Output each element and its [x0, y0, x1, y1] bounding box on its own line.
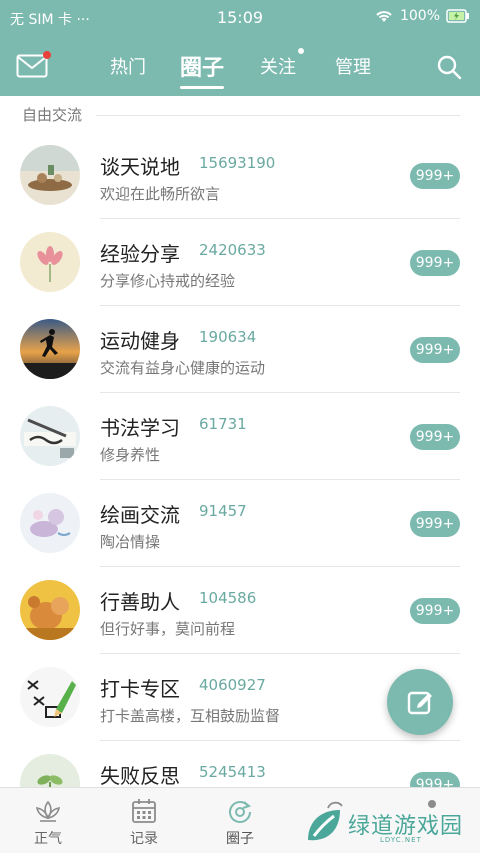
circle-name: 行善助人	[100, 590, 180, 614]
circle-desc: 打卡盖高楼，互相鼓励监督	[100, 707, 281, 725]
circle-name: 失败反思	[100, 764, 180, 788]
avatar	[20, 406, 80, 466]
circle-count: 15693190	[199, 154, 276, 172]
tab-manage[interactable]: 管理	[335, 36, 371, 96]
battery-percent: 100%	[399, 8, 440, 24]
circle-desc: 但行好事，莫问前程	[100, 620, 236, 638]
avatar	[20, 319, 80, 379]
lotus-icon	[35, 800, 61, 822]
calendar-icon	[132, 799, 156, 823]
avatar	[20, 667, 80, 727]
count-badge: 999+	[410, 598, 460, 624]
circle-count: 104586	[199, 589, 257, 607]
count-badge: 999+	[410, 511, 460, 537]
count-badge: 999+	[410, 337, 460, 363]
compose-button[interactable]	[387, 669, 453, 735]
circle-refresh-icon	[229, 801, 252, 823]
circle-count: 91457	[199, 502, 247, 520]
top-nav: 热门 圈子 关注 管理	[0, 36, 480, 96]
count-badge: 999+	[410, 163, 460, 189]
bottom-tab-label: 正气	[34, 831, 62, 847]
wifi-icon	[376, 11, 392, 22]
circle-desc: 欢迎在此畅所欲言	[100, 185, 221, 203]
avatar	[20, 232, 80, 292]
circle-row-charity[interactable]: 行善助人 104586 但行好事，莫问前程 999+	[0, 567, 480, 654]
status-right: 100%	[374, 8, 470, 24]
circle-name: 书法学习	[100, 416, 180, 440]
circle-name: 绘画交流	[100, 503, 180, 527]
circle-count: 4060927	[199, 676, 266, 694]
tab-circles[interactable]: 圈子	[180, 36, 225, 96]
circle-desc: 修身养性	[100, 446, 161, 464]
tab-follow[interactable]: 关注	[260, 36, 304, 96]
battery-icon	[446, 9, 469, 23]
circle-row-calligraphy[interactable]: 书法学习 61731 修身养性 999+	[0, 393, 480, 480]
follow-dot	[298, 48, 304, 54]
count-badge: 999+	[410, 250, 460, 276]
search-icon[interactable]	[436, 54, 462, 80]
circle-desc: 陶冶情操	[100, 533, 161, 551]
avatar	[20, 580, 80, 640]
avatar	[20, 145, 80, 205]
bottom-tab-label: 圈子	[226, 831, 254, 847]
avatar	[20, 493, 80, 553]
circle-desc: 分享修心持戒的经验	[100, 272, 236, 290]
circle-count: 61731	[199, 415, 247, 433]
bottom-tab-zhengqi[interactable]: 正气	[0, 788, 96, 853]
bottom-tab-record[interactable]: 记录	[96, 788, 192, 853]
bottom-tab-label: 记录	[130, 831, 158, 847]
circle-name: 运动健身	[100, 329, 180, 353]
notification-dot	[43, 51, 51, 59]
circle-row-chat[interactable]: 谈天说地 15693190 欢迎在此畅所欲言 999+	[0, 132, 480, 219]
edit-icon	[407, 691, 432, 715]
circle-count: 190634	[199, 328, 257, 346]
circle-row-experience[interactable]: 经验分享 2420633 分享修心持戒的经验 999+	[0, 219, 480, 306]
circle-name: 打卡专区	[100, 677, 180, 701]
circle-row-fitness[interactable]: 运动健身 190634 交流有益身心健康的运动 999+	[0, 306, 480, 393]
mail-icon[interactable]	[16, 51, 51, 78]
circle-name: 经验分享	[100, 242, 180, 266]
watermark-subtext: LDYC.NET	[380, 836, 422, 844]
section-divider	[96, 115, 460, 116]
section-title: 自由交流	[22, 106, 83, 124]
circle-count: 2420633	[199, 241, 266, 259]
leaf-logo-icon	[308, 810, 340, 841]
count-badge: 999+	[410, 424, 460, 450]
bottom-tab-circles[interactable]: 圈子	[192, 788, 288, 853]
circle-name: 谈天说地	[100, 155, 180, 179]
circle-desc: 交流有益身心健康的运动	[100, 359, 266, 377]
status-bar: 无 SIM 卡 ··· 15:09 100%	[0, 0, 480, 36]
circle-count: 5245413	[199, 763, 266, 781]
tab-hot[interactable]: 热门	[110, 36, 146, 96]
watermark-logo: 绿道游戏园 LDYC.NET	[304, 806, 464, 848]
circle-row-painting[interactable]: 绘画交流 91457 陶冶情操 999+	[0, 480, 480, 567]
